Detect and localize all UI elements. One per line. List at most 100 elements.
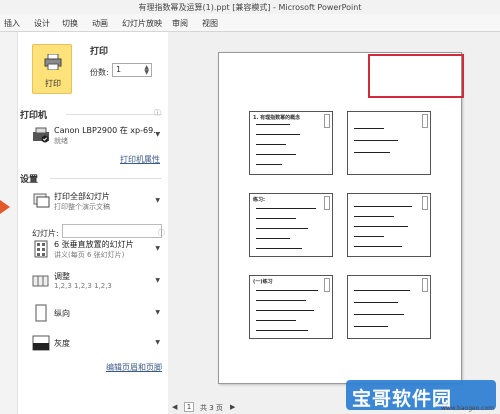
total-pages: 共 3 页 <box>200 404 223 412</box>
slides-stack-icon <box>33 193 50 208</box>
text-line <box>256 248 302 249</box>
orientation-main: 纵向 <box>54 309 70 318</box>
chevron-down-icon: ▼ <box>155 245 160 252</box>
slide-title: 练习: <box>253 197 265 203</box>
slide-scrollbar <box>422 196 428 210</box>
section-divider <box>66 114 162 115</box>
text-line <box>354 302 398 303</box>
text-line <box>354 246 402 247</box>
slide-title: (一)练习 <box>253 279 273 285</box>
copies-label: 份数: <box>90 68 109 77</box>
edit-header-footer-link[interactable]: 编辑页眉和页脚 <box>106 362 162 373</box>
text-line <box>256 330 308 331</box>
printer-status: 就绪 <box>54 137 68 145</box>
text-line <box>256 320 296 321</box>
tab-transitions[interactable]: 切换 <box>62 18 78 29</box>
prev-page-icon[interactable]: ◀ <box>172 403 177 411</box>
print-settings-panel: 打印 打印 份数: 1 ▲ ▼ 打印机 ⓘ Canon LBP2900 在 xp-… <box>18 32 168 414</box>
slide-thumb: 练习: <box>249 193 333 257</box>
text-line <box>256 228 308 229</box>
slide-title: 1. 有理指数幂的概念 <box>253 115 301 121</box>
chevron-down-icon: ▼ <box>155 131 160 138</box>
tab-insert[interactable]: 插入 <box>4 18 20 29</box>
text-line <box>354 128 384 129</box>
color-dropdown[interactable]: 灰度 ▼ <box>32 330 162 358</box>
orientation-dropdown[interactable]: 纵向 ▼ <box>32 300 162 328</box>
text-line <box>256 310 314 311</box>
collate-icon <box>32 275 49 287</box>
portrait-icon <box>35 304 47 322</box>
text-line <box>256 134 300 135</box>
text-line <box>354 140 398 141</box>
tab-review[interactable]: 审阅 <box>172 18 188 29</box>
printer-device-icon <box>33 127 49 143</box>
text-line <box>354 216 394 217</box>
text-line <box>256 290 318 291</box>
ribbon-tabs: 插入 设计 切换 动画 幻灯片放映 审阅 视图 <box>0 14 500 32</box>
text-line <box>256 144 286 145</box>
settings-section-title: 设置 <box>20 175 39 185</box>
chevron-down-icon: ▼ <box>155 197 160 204</box>
text-line <box>256 164 282 165</box>
text-line <box>256 300 306 301</box>
print-preview: 1. 有理指数幂的概念 练习: (一)练习 ◀ 1 共 3 页 ▶ <box>168 32 500 414</box>
text-line <box>354 236 384 237</box>
collate-main: 调整 <box>54 272 70 281</box>
slide-scrollbar <box>324 278 330 292</box>
current-page-input[interactable]: 1 <box>184 402 194 412</box>
section-divider <box>50 178 162 179</box>
text-line <box>256 124 290 125</box>
slide-thumb <box>347 193 431 257</box>
slide-thumb: (一)练习 <box>249 275 333 339</box>
tab-design[interactable]: 设计 <box>34 18 50 29</box>
preview-page: 1. 有理指数幂的概念 练习: (一)练习 <box>218 52 462 384</box>
print-button[interactable]: 打印 <box>32 44 72 94</box>
tab-view[interactable]: 视图 <box>202 18 218 29</box>
collate-dropdown[interactable]: 调整 1,2,3 1,2,3 1,2,3 ▼ <box>32 268 162 296</box>
text-line <box>354 206 412 207</box>
spin-arrows-icon[interactable]: ▲ ▼ <box>144 65 149 76</box>
text-line <box>354 290 410 291</box>
copies-stepper[interactable]: 1 ▲ ▼ <box>112 63 152 77</box>
backstage-nav <box>0 32 18 414</box>
text-line <box>256 154 296 155</box>
watermark-url: www.baogeo.com <box>440 405 494 412</box>
text-line <box>256 238 290 239</box>
print-button-label: 打印 <box>45 79 61 88</box>
window-title: 有理指数幂及运算(1).ppt [兼容模式] - Microsoft Power… <box>138 3 362 12</box>
title-bar: 有理指数幂及运算(1).ppt [兼容模式] - Microsoft Power… <box>0 0 500 14</box>
slide-thumb: 1. 有理指数幂的概念 <box>249 111 333 175</box>
printer-name: Canon LBP2900 在 xp-69... <box>54 126 161 135</box>
print-range-sub: 打印整个演示文稿 <box>54 203 110 211</box>
layout-sub: 讲义(每页 6 张幻灯片) <box>54 251 125 259</box>
text-line <box>256 208 316 209</box>
text-line <box>256 218 296 219</box>
selected-arrow-icon <box>0 200 10 214</box>
next-page-icon[interactable]: ▶ <box>230 403 235 411</box>
color-main: 灰度 <box>54 339 70 348</box>
grayscale-icon <box>32 335 50 351</box>
print-heading: 打印 <box>90 47 109 57</box>
text-line <box>354 152 390 153</box>
copies-value: 1 <box>116 65 122 74</box>
text-line <box>354 226 408 227</box>
collate-sub: 1,2,3 1,2,3 1,2,3 <box>54 282 112 290</box>
printer-section-title: 打印机 <box>20 111 48 121</box>
slide-scrollbar <box>422 278 428 292</box>
info-icon[interactable]: ⓘ <box>154 108 161 118</box>
layout-dropdown[interactable]: 6 张垂直放置的幻灯片 讲义(每页 6 张幻灯片) ▼ <box>32 236 162 264</box>
slide-scrollbar <box>324 114 330 128</box>
print-range-dropdown[interactable]: 打印全部幻灯片 打印整个演示文稿 ▼ <box>32 188 162 216</box>
chevron-down-icon: ▼ <box>155 277 160 284</box>
tab-slideshow[interactable]: 幻灯片放映 <box>122 18 162 29</box>
printer-icon <box>44 54 62 70</box>
layout-main: 6 张垂直放置的幻灯片 <box>54 240 134 249</box>
slide-scrollbar <box>422 114 428 128</box>
printer-dropdown[interactable]: Canon LBP2900 在 xp-69... 就绪 ▼ <box>32 122 162 150</box>
text-line <box>354 326 388 327</box>
printer-properties-link[interactable]: 打印机属性 <box>120 154 160 165</box>
slide-thumb <box>347 111 431 175</box>
chevron-down-icon: ▼ <box>155 339 160 346</box>
tab-animations[interactable]: 动画 <box>92 18 108 29</box>
watermark-text: 宝哥软件园 <box>352 388 453 410</box>
